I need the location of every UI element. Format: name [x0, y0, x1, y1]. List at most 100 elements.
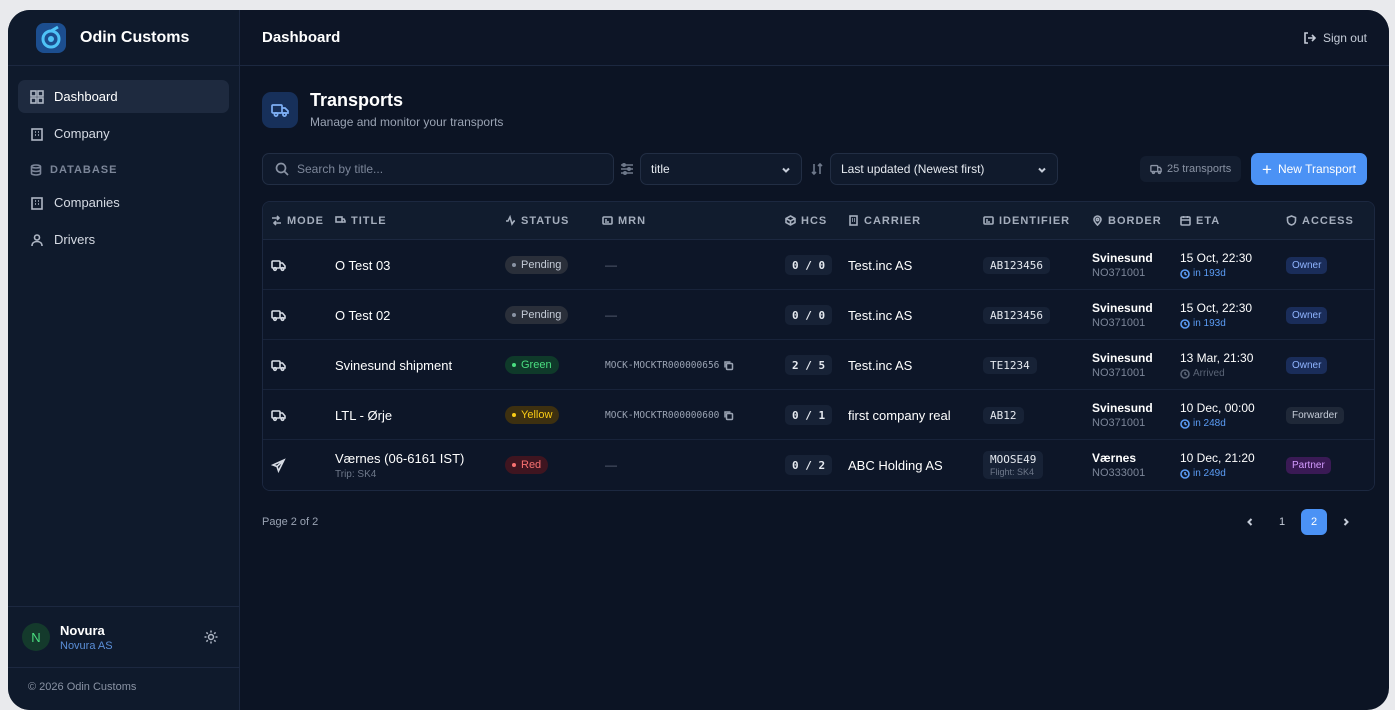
table-row[interactable]: LTL - Ørje Yellow MOCK-MOCKTR000000600 0 / … — [263, 390, 1374, 440]
mrn-value[interactable]: MOCK-MOCKTR000000656 — [605, 360, 734, 371]
eta-datetime: 13 Mar, 21:30 — [1180, 351, 1254, 365]
transport-title[interactable]: O Test 03 — [335, 258, 390, 273]
identifier-badge: AB123456 — [983, 306, 1050, 324]
database-icon — [30, 164, 42, 176]
transport-title[interactable]: LTL - Ørje — [335, 408, 392, 423]
eta-relative: in 248d — [1180, 418, 1255, 429]
sidebar-nav: Dashboard Company DATABASE Companies Dri… — [8, 66, 239, 274]
transport-title[interactable]: Værnes (06-6161 IST) — [335, 451, 464, 466]
status-label: Pending — [521, 309, 562, 321]
col-border[interactable]: BORDER — [1092, 215, 1162, 227]
col-title[interactable]: TITLE — [335, 215, 387, 227]
status-dot — [512, 313, 516, 317]
truck-icon — [271, 103, 289, 117]
plus-icon: + — [1262, 159, 1272, 179]
brand[interactable]: Odin Customs — [8, 10, 239, 66]
sidebar-item-label: Companies — [54, 195, 120, 210]
search-input[interactable]: Search by title... — [262, 153, 614, 185]
sign-out-button[interactable]: Sign out — [1303, 31, 1367, 45]
status-badge: Yellow — [505, 406, 560, 424]
prev-page-button[interactable] — [1237, 509, 1263, 535]
sidebar-item-company[interactable]: Company — [18, 117, 229, 150]
col-label: HCS — [801, 214, 828, 227]
identifier-cell: AB123456 — [983, 290, 1050, 340]
odin-logo-icon — [36, 22, 66, 53]
status-dot — [512, 413, 516, 417]
user-org: Novura AS — [60, 639, 113, 652]
border-code: NO333001 — [1092, 467, 1146, 479]
transport-title[interactable]: Svinesund shipment — [335, 358, 452, 373]
hcs-cell: 0 / 0 — [785, 290, 833, 340]
col-label: ETA — [1196, 214, 1221, 227]
table-row[interactable]: Værnes (06-6161 IST) Trip: SK4 Red — 0 / 2 AB… — [263, 440, 1374, 490]
sort-select[interactable]: Last updated (Newest first) — [830, 153, 1058, 185]
table-row[interactable]: O Test 02 Pending — 0 / 0 Test.inc AS AB12345… — [263, 290, 1374, 340]
copy-icon[interactable] — [723, 360, 734, 371]
transport-title[interactable]: O Test 02 — [335, 308, 390, 323]
truck-icon — [271, 259, 286, 271]
page-button-current[interactable]: 2 — [1301, 509, 1327, 535]
sidebar-section-database: DATABASE — [18, 164, 229, 176]
hcs-count: 0 / 0 — [785, 305, 833, 325]
identifier-cell: AB12 — [983, 390, 1024, 440]
col-mrn[interactable]: MRN — [602, 215, 646, 227]
mrn-text: MOCK-MOCKTR000000656 — [605, 359, 720, 371]
sidebar-item-dashboard[interactable]: Dashboard — [18, 80, 229, 113]
col-access[interactable]: ACCESS — [1286, 215, 1354, 227]
status-label: Red — [521, 459, 542, 471]
identifier-sub: Flight: SK4 — [990, 467, 1035, 477]
access-badge: Partner — [1286, 456, 1331, 474]
eta-cell: 10 Dec, 00:00 in 248d — [1180, 390, 1255, 440]
eta-relative-label: in 248d — [1193, 418, 1226, 429]
page-button[interactable]: 1 — [1269, 509, 1295, 535]
page-info: Page 2 of 2 — [262, 516, 319, 528]
table-row[interactable]: Svinesund shipment Green MOCK-MOCKTR000000… — [263, 340, 1374, 390]
sidebar-item-companies[interactable]: Companies — [18, 186, 229, 219]
sidebar-section-label: DATABASE — [50, 164, 118, 176]
clock-icon — [1180, 468, 1190, 479]
table-row[interactable]: O Test 03 Pending — 0 / 0 Test.inc AS AB12345… — [263, 240, 1374, 290]
filter-field-value: title — [651, 162, 670, 176]
col-mode[interactable]: MODE — [271, 215, 324, 227]
user-profile[interactable]: N Novura Novura AS — [8, 606, 239, 668]
border-name: Svinesund — [1092, 301, 1153, 315]
eta-relative-label: in 249d — [1193, 468, 1226, 479]
filter-icon — [621, 162, 633, 176]
carrier-cell: Test.inc AS — [848, 340, 912, 390]
gear-icon[interactable] — [203, 629, 219, 645]
mrn-text: MOCK-MOCKTR000000600 — [605, 409, 720, 421]
eta-cell: 10 Dec, 21:20 in 249d — [1180, 440, 1255, 490]
carrier-cell: first company real — [848, 390, 951, 440]
access-badge: Owner — [1286, 256, 1328, 274]
building-icon — [31, 127, 43, 141]
border-code: NO371001 — [1092, 367, 1146, 379]
identifier-value: AB12 — [990, 408, 1017, 422]
border-code: NO371001 — [1092, 317, 1146, 329]
hcs-cell: 0 / 1 — [785, 390, 833, 440]
col-eta[interactable]: ETA — [1180, 215, 1220, 227]
new-transport-button[interactable]: + New Transport — [1251, 153, 1367, 185]
col-status[interactable]: STATUS — [505, 215, 569, 227]
sidebar-item-label: Drivers — [54, 232, 96, 247]
access-cell: Owner — [1286, 290, 1328, 340]
col-label: BORDER — [1108, 214, 1162, 227]
mrn-empty: — — [605, 308, 617, 322]
truck-icon — [271, 309, 286, 321]
next-page-button[interactable] — [1333, 509, 1359, 535]
col-carrier[interactable]: CARRIER — [848, 215, 921, 227]
brand-name: Odin Customs — [80, 28, 190, 46]
border-cell: Svinesund NO371001 — [1092, 340, 1153, 390]
carrier-cell: Test.inc AS — [848, 290, 912, 340]
copy-icon[interactable] — [723, 410, 734, 421]
mrn-value[interactable]: MOCK-MOCKTR000000600 — [605, 410, 734, 421]
building-icon — [31, 196, 43, 210]
eta-datetime: 15 Oct, 22:30 — [1180, 251, 1253, 265]
filter-field-select[interactable]: title — [640, 153, 802, 185]
topbar: Dashboard Sign out — [240, 10, 1389, 66]
sidebar-item-drivers[interactable]: Drivers — [18, 223, 229, 256]
mrn-empty: — — [605, 458, 617, 472]
eta-cell: 15 Oct, 22:30 in 193d — [1180, 290, 1252, 340]
mrn-empty: — — [605, 258, 617, 272]
col-hcs[interactable]: HCS — [785, 215, 827, 227]
col-identifier[interactable]: IDENTIFIER — [983, 215, 1070, 227]
